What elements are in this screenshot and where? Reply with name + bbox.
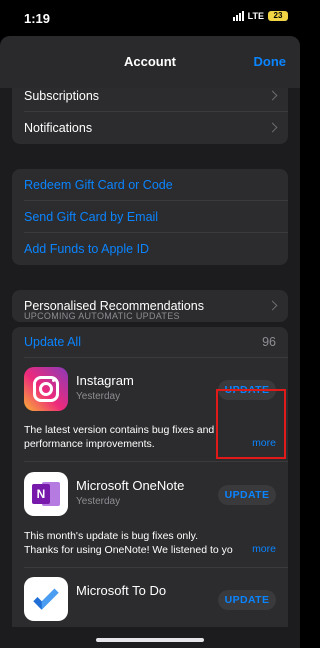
- account-settings-group: Subscriptions Notifications: [12, 80, 288, 144]
- home-indicator: [96, 638, 204, 642]
- update-all-button[interactable]: Update All: [24, 335, 81, 349]
- app-name: Microsoft OneNote: [76, 478, 185, 493]
- onenote-icon[interactable]: N: [24, 472, 68, 516]
- divider: [24, 567, 288, 568]
- status-bar: 1:19 LTE 23: [0, 0, 300, 36]
- updates-list: Update All 96 Instagram Yesterday UPDATE…: [12, 327, 288, 627]
- release-notes-line: Thanks for using OneNote! We listened to…: [24, 544, 233, 556]
- signal-icon: [232, 11, 244, 21]
- add-funds-label: Add Funds to Apple ID: [24, 242, 150, 256]
- gift-card-group: Redeem Gift Card or Code Send Gift Card …: [12, 169, 288, 265]
- app-date: Yesterday: [76, 391, 121, 402]
- done-button[interactable]: Done: [254, 54, 287, 69]
- chevron-right-icon: [267, 90, 278, 101]
- app-name: Instagram: [76, 373, 134, 388]
- highlight-box: [216, 389, 286, 459]
- status-time: 1:19: [24, 11, 51, 26]
- chevron-right-icon: [267, 300, 278, 311]
- divider: [24, 357, 288, 358]
- more-link[interactable]: more: [252, 543, 276, 555]
- todo-icon[interactable]: [24, 577, 68, 621]
- add-funds-row[interactable]: Add Funds to Apple ID: [12, 233, 288, 265]
- app-name: Microsoft To Do: [76, 583, 167, 598]
- network-label: LTE: [247, 11, 264, 21]
- redeem-gift-card-row[interactable]: Redeem Gift Card or Code: [12, 169, 288, 201]
- divider: [24, 461, 288, 462]
- instagram-icon[interactable]: [24, 367, 68, 411]
- update-all-row: Update All 96: [12, 327, 288, 357]
- update-count: 96: [262, 335, 276, 349]
- redeem-gift-card-label: Redeem Gift Card or Code: [24, 178, 173, 192]
- update-button-onenote[interactable]: UPDATE: [218, 485, 276, 505]
- update-button-todo[interactable]: UPDATE: [218, 590, 276, 610]
- notifications-label: Notifications: [24, 121, 93, 135]
- notifications-row[interactable]: Notifications: [12, 112, 288, 144]
- battery-icon: 23: [268, 11, 288, 21]
- release-notes-line: This month's update is bug fixes only.: [24, 530, 198, 542]
- send-gift-card-row[interactable]: Send Gift Card by Email: [12, 201, 288, 233]
- section-header-updates: UPCOMING AUTOMATIC UPDATES: [24, 311, 180, 321]
- nav-bar: Account Done: [0, 36, 300, 88]
- send-gift-card-label: Send Gift Card by Email: [24, 210, 159, 224]
- app-date: Yesterday: [76, 496, 121, 507]
- subscriptions-label: Subscriptions: [24, 89, 100, 103]
- chevron-right-icon: [267, 122, 278, 133]
- status-indicators: LTE 23: [232, 11, 288, 21]
